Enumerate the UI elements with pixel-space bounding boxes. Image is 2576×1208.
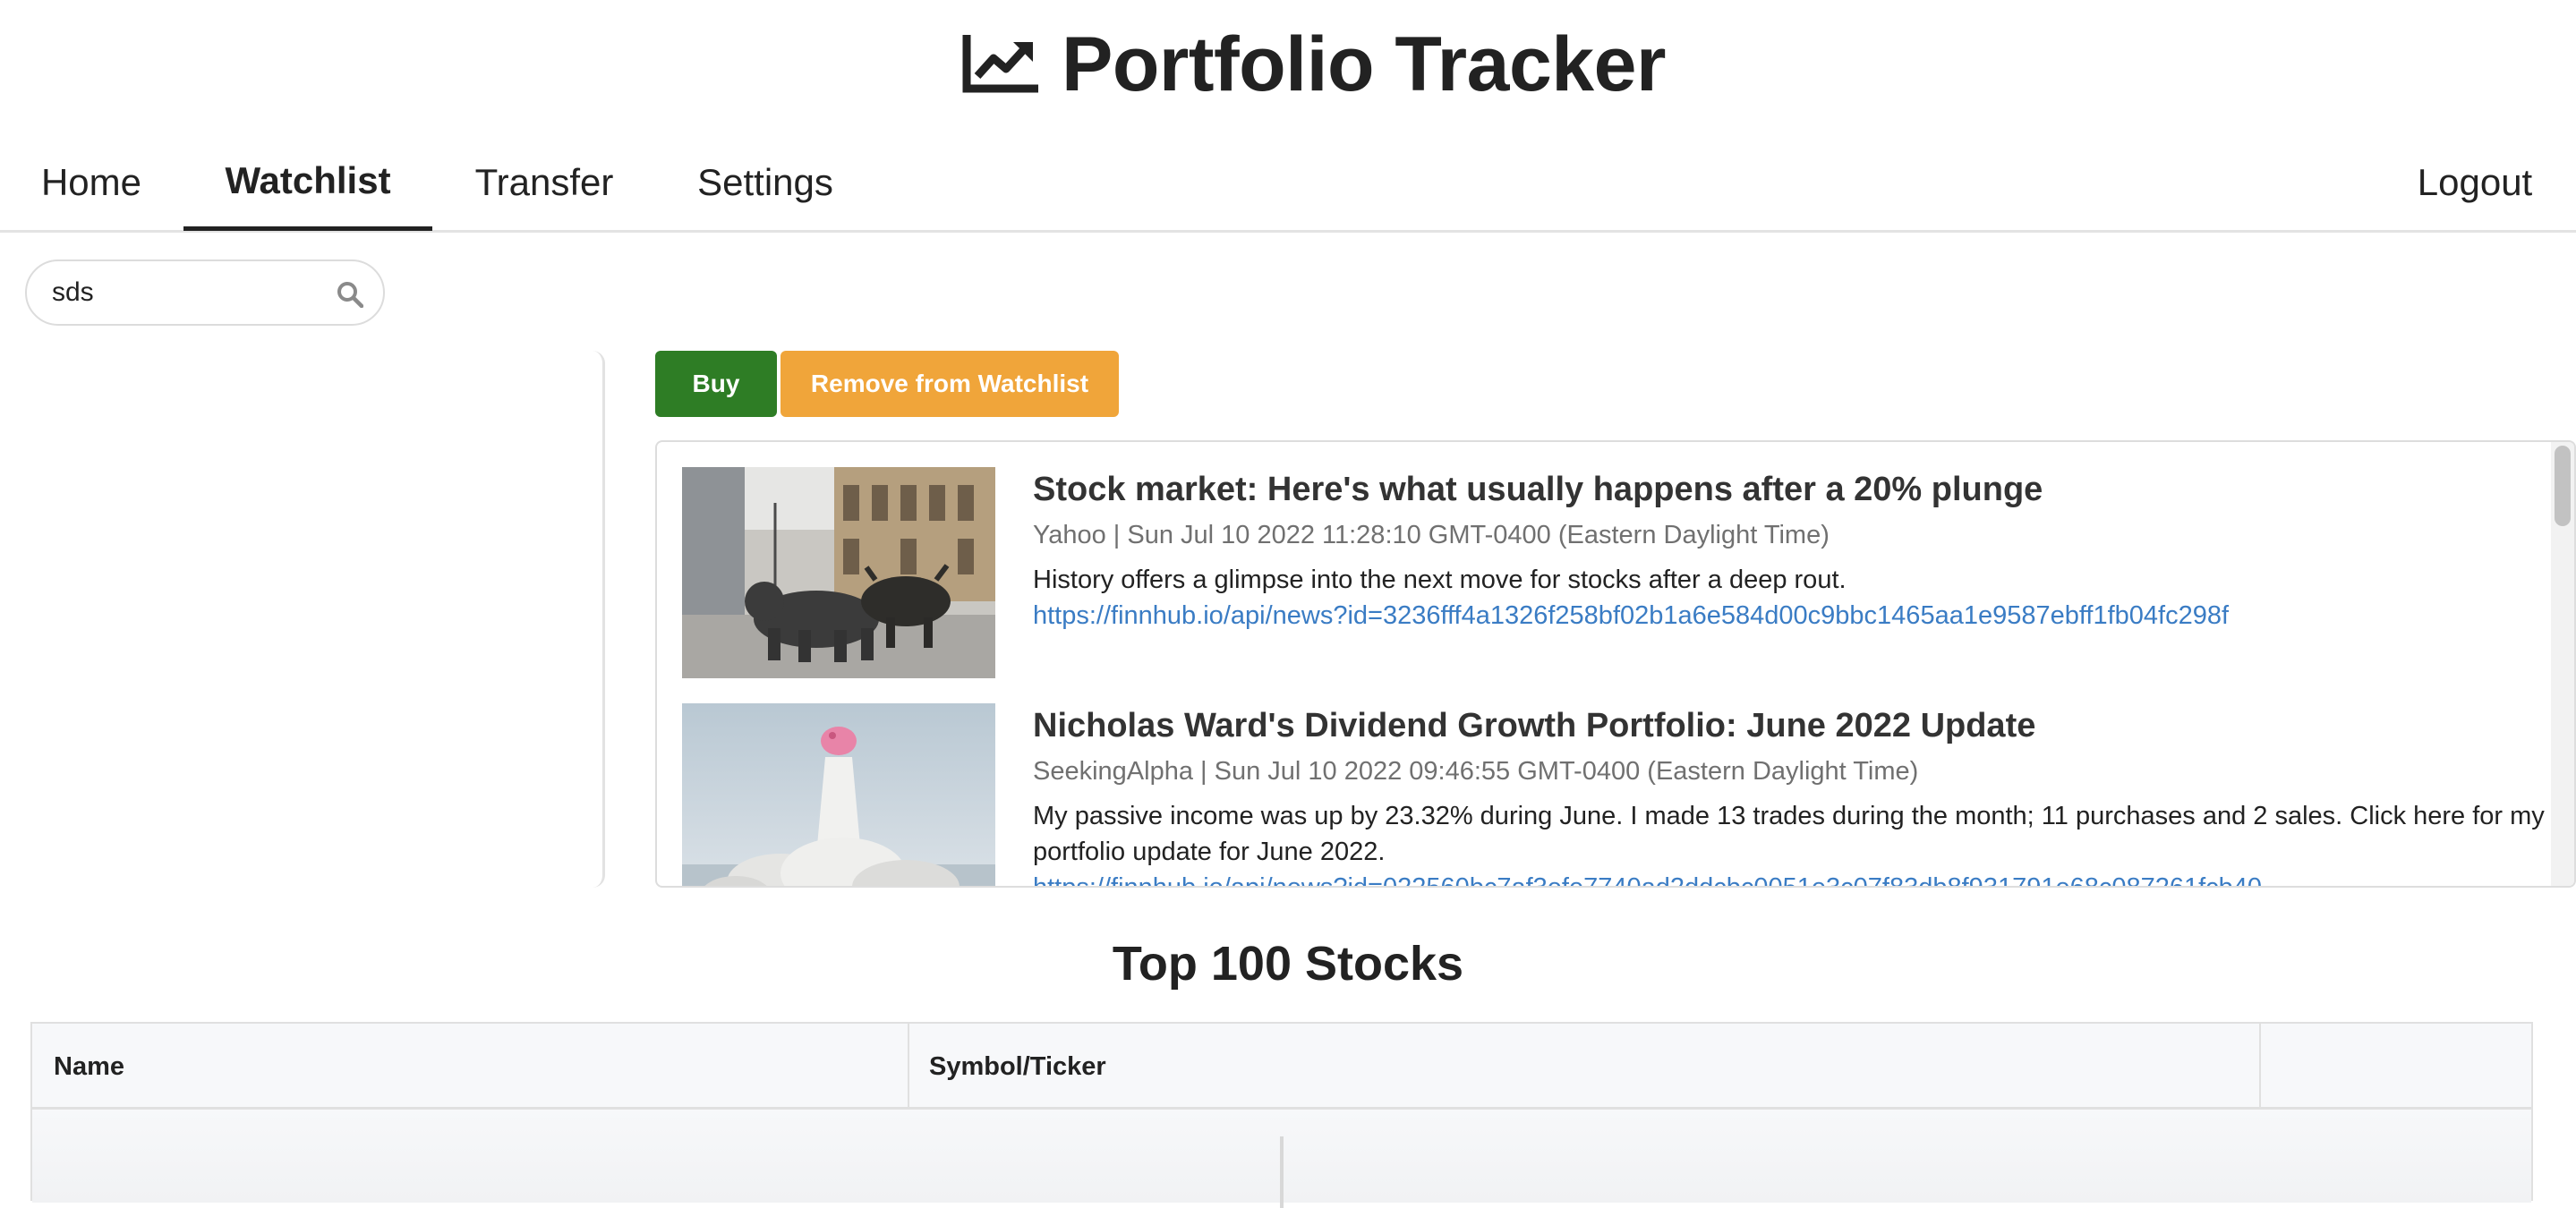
column-header-name[interactable]: Name xyxy=(54,1024,124,1110)
news-source-date: SeekingAlpha | Sun Jul 10 2022 09:46:55 … xyxy=(1033,757,1919,786)
search-icon[interactable] xyxy=(337,281,363,308)
nav-home[interactable]: Home xyxy=(27,134,156,231)
column-divider xyxy=(908,1024,909,1110)
news-thumbnail-piggy-rocket xyxy=(682,703,995,886)
top-stocks-title: Top 100 Stocks xyxy=(1112,937,1464,991)
table-header: Name Symbol/Ticker xyxy=(32,1024,2531,1110)
column-divider xyxy=(2259,1024,2261,1110)
piggy-bank-rocket-image xyxy=(682,703,995,886)
remove-from-watchlist-button[interactable]: Remove from Watchlist xyxy=(780,351,1119,417)
logout-button[interactable]: Logout xyxy=(2399,134,2551,231)
news-scrollbar-thumb[interactable] xyxy=(2555,446,2571,526)
news-link[interactable]: https://finnhub.io/api/news?id=3236fff4a… xyxy=(1033,598,2546,634)
buy-button[interactable]: Buy xyxy=(655,351,777,417)
main-nav: Home Watchlist Transfer Settings Logout xyxy=(0,134,2576,233)
news-feed[interactable]: Stock market: Here's what usually happen… xyxy=(655,440,2576,888)
top-stocks-table: Name Symbol/Ticker xyxy=(30,1022,2533,1208)
app-title: Portfolio Tracker xyxy=(961,18,1666,111)
news-source-date: Yahoo | Sun Jul 10 2022 11:28:10 GMT-040… xyxy=(1033,521,1830,549)
search-box xyxy=(25,259,385,326)
loading-divider xyxy=(1280,1136,1284,1208)
news-headline[interactable]: Nicholas Ward's Dividend Growth Portfoli… xyxy=(1033,703,2546,748)
nav-transfer[interactable]: Transfer xyxy=(456,134,632,231)
column-header-symbol[interactable]: Symbol/Ticker xyxy=(929,1024,1106,1110)
news-headline[interactable]: Stock market: Here's what usually happen… xyxy=(1033,467,2546,512)
news-item: Stock market: Here's what usually happen… xyxy=(682,467,2544,682)
chart-line-up-icon xyxy=(962,35,1038,93)
app-title-text: Portfolio Tracker xyxy=(1062,21,1666,107)
search-input[interactable] xyxy=(50,276,319,309)
news-scrollbar[interactable] xyxy=(2551,442,2574,886)
app-header: Portfolio Tracker xyxy=(0,0,2576,125)
news-summary: My passive income was up by 23.32% durin… xyxy=(1033,802,2545,866)
news-summary: History offers a glimpse into the next m… xyxy=(1033,566,1847,594)
nav-settings[interactable]: Settings xyxy=(680,134,850,231)
bull-bear-statue-image xyxy=(682,467,995,678)
news-link[interactable]: https://finnhub.io/api/news?id=022560bc7… xyxy=(1033,870,2546,886)
table-body xyxy=(32,1110,2531,1208)
news-text: Stock market: Here's what usually happen… xyxy=(1033,467,2546,634)
stock-detail-panel xyxy=(0,351,605,888)
news-text: Nicholas Ward's Dividend Growth Portfoli… xyxy=(1033,703,2546,886)
nav-watchlist[interactable]: Watchlist xyxy=(183,134,432,231)
news-item: Nicholas Ward's Dividend Growth Portfoli… xyxy=(682,703,2546,886)
news-thumbnail-bull-bear xyxy=(682,467,995,678)
